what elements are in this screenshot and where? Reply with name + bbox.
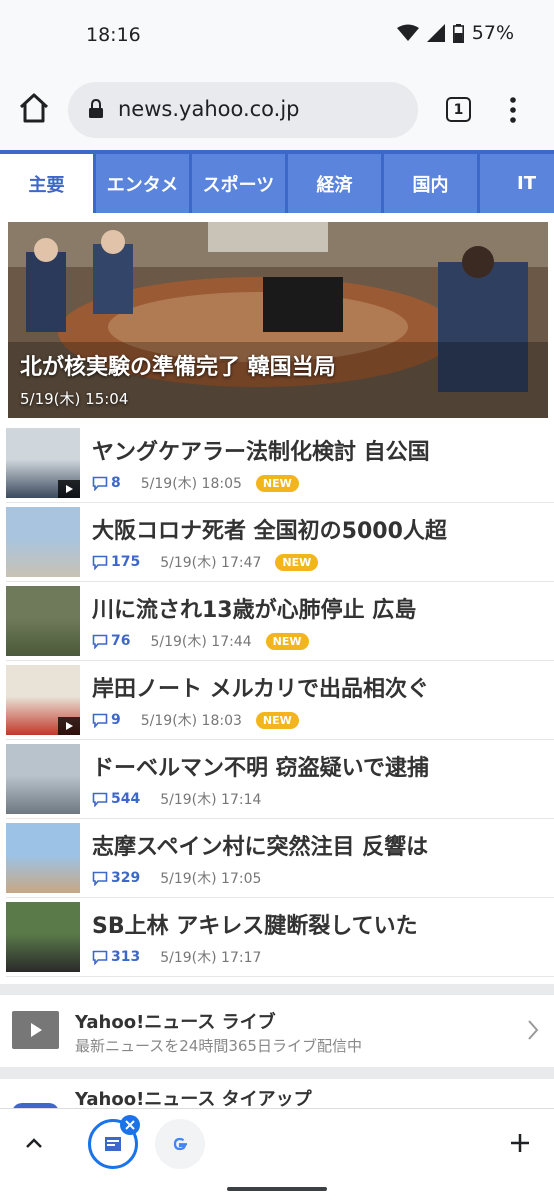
news-title: ドーベルマン不明 窃盗疑いで逮捕 [92, 756, 430, 781]
news-meta: 329 5/19(木) 17:05 [92, 868, 275, 888]
home-icon[interactable] [16, 90, 52, 126]
browser-toolbar: news.yahoo.co.jp 1 [0, 72, 554, 150]
live-section[interactable]: Yahoo!ニュース ライブ 最新ニュースを24時間365日ライブ配信中 [0, 995, 554, 1067]
hero-title: 北が核実験の準備完了 韓国当局 [20, 355, 336, 380]
news-item[interactable]: 川に流され13歳が心肺停止 広島 76 5/19(木) 17:44 NEW [6, 582, 554, 661]
comment-icon [92, 555, 108, 570]
play-icon [58, 717, 80, 735]
play-icon [30, 1023, 42, 1037]
comment-count: 76 [111, 633, 131, 649]
url-bar[interactable]: news.yahoo.co.jp [68, 82, 418, 138]
comment-icon [92, 634, 108, 649]
hero-date: 5/19(木) 15:04 [20, 390, 129, 408]
play-icon [58, 480, 80, 498]
news-title: SB上林 アキレス腱断裂していた [92, 914, 418, 939]
comment-icon [92, 476, 108, 491]
status-icons: 57% [396, 22, 514, 44]
comment-icon [92, 792, 108, 807]
tab-entertainment[interactable]: エンタメ [96, 154, 189, 213]
category-tabs: 主要 エンタメ スポーツ 経済 国内 IT [0, 150, 554, 213]
new-badge: NEW [255, 474, 299, 492]
battery-icon [452, 23, 464, 43]
news-date: 5/19(木) 18:05 [140, 476, 242, 492]
comment-count: 313 [111, 949, 141, 965]
live-thumbnail [12, 1011, 59, 1049]
news-date: 5/19(木) 17:44 [150, 634, 252, 650]
news-thumbnail [6, 902, 80, 972]
news-meta: 313 5/19(木) 17:17 [92, 947, 275, 967]
tab-sports[interactable]: スポーツ [192, 154, 285, 213]
signal-icon [426, 24, 445, 42]
news-date: 5/19(木) 17:47 [160, 555, 262, 571]
news-list: ヤングケアラー法制化検討 自公国 8 5/19(木) 18:05 NEW 大阪コロナ死者… [0, 424, 554, 977]
news-title: ヤングケアラー法制化検討 自公国 [92, 440, 430, 465]
news-item[interactable]: 大阪コロナ死者 全国初の5000人超 175 5/19(木) 17:47 NEW [6, 503, 554, 582]
comment-icon [92, 871, 108, 886]
gesture-bar[interactable] [227, 1187, 327, 1191]
tab-it[interactable]: IT [480, 154, 554, 213]
chevron-right-icon [528, 1020, 539, 1040]
lock-icon [89, 99, 103, 118]
news-thumbnail [6, 665, 80, 735]
url-text: news.yahoo.co.jp [118, 97, 300, 121]
news-date: 5/19(木) 18:03 [140, 713, 242, 729]
plus-icon[interactable] [508, 1131, 532, 1155]
google-icon [173, 1137, 187, 1151]
live-title: Yahoo!ニュース ライブ [75, 1012, 276, 1033]
comment-count: 9 [111, 712, 121, 728]
news-date: 5/19(木) 17:17 [160, 950, 262, 966]
news-meta: 175 5/19(木) 17:47 NEW [92, 552, 319, 572]
news-thumbnail [6, 428, 80, 498]
comment-icon [92, 950, 108, 965]
news-thumbnail [6, 586, 80, 656]
news-title: 大阪コロナ死者 全国初の5000人超 [92, 519, 447, 544]
news-meta: 9 5/19(木) 18:03 NEW [92, 710, 299, 730]
tab-main[interactable]: 主要 [0, 154, 93, 213]
comment-count: 329 [111, 870, 141, 886]
news-item[interactable]: 岸田ノート メルカリで出品相次ぐ 9 5/19(木) 18:03 NEW [6, 661, 554, 740]
news-thumbnail [6, 744, 80, 814]
comment-count: 175 [111, 554, 141, 570]
news-item[interactable]: SB上林 アキレス腱断裂していた 313 5/19(木) 17:17 [6, 898, 554, 977]
close-icon[interactable] [120, 1115, 140, 1135]
news-date: 5/19(木) 17:05 [160, 871, 262, 887]
news-meta: 76 5/19(木) 17:44 NEW [92, 631, 309, 651]
news-meta: 8 5/19(木) 18:05 NEW [92, 473, 299, 493]
news-title: 志摩スペイン村に突然注目 反響は [92, 835, 429, 860]
news-date: 5/19(木) 17:14 [160, 792, 262, 808]
hero-article[interactable]: 北が核実験の準備完了 韓国当局 5/19(木) 15:04 [8, 222, 548, 418]
news-title: 岸田ノート メルカリで出品相次ぐ [92, 677, 430, 702]
battery-percent: 57% [471, 22, 514, 44]
news-item[interactable]: ドーベルマン不明 窃盗疑いで逮捕 544 5/19(木) 17:14 [6, 740, 554, 819]
tab-thumbnail-google[interactable] [155, 1119, 205, 1169]
section-divider [0, 1067, 554, 1079]
comment-icon [92, 713, 108, 728]
comment-count: 544 [111, 791, 141, 807]
tab-economy[interactable]: 経済 [288, 154, 381, 213]
status-time: 18:16 [86, 24, 141, 46]
new-badge: NEW [275, 553, 319, 571]
news-item[interactable]: ヤングケアラー法制化検討 自公国 8 5/19(木) 18:05 NEW [6, 424, 554, 503]
wifi-icon [396, 24, 419, 41]
news-thumbnail [6, 823, 80, 893]
section-divider [0, 984, 554, 995]
news-thumbnail [6, 507, 80, 577]
tab-switcher-button[interactable]: 1 [446, 97, 471, 122]
status-bar: 18:16 57% [0, 0, 554, 72]
yahoo-news-favicon [105, 1137, 121, 1151]
new-badge: NEW [255, 711, 299, 729]
comment-count: 8 [111, 475, 121, 491]
news-title: 川に流され13歳が心肺停止 広島 [92, 598, 417, 623]
news-meta: 544 5/19(木) 17:14 [92, 789, 275, 809]
news-item[interactable]: 志摩スペイン村に突然注目 反響は 329 5/19(木) 17:05 [6, 819, 554, 898]
more-vert-icon[interactable] [505, 94, 521, 126]
tab-domestic[interactable]: 国内 [384, 154, 477, 213]
chevron-up-icon[interactable] [22, 1131, 46, 1155]
live-subtitle: 最新ニュースを24時間365日ライブ配信中 [75, 1037, 362, 1055]
new-badge: NEW [265, 632, 309, 650]
